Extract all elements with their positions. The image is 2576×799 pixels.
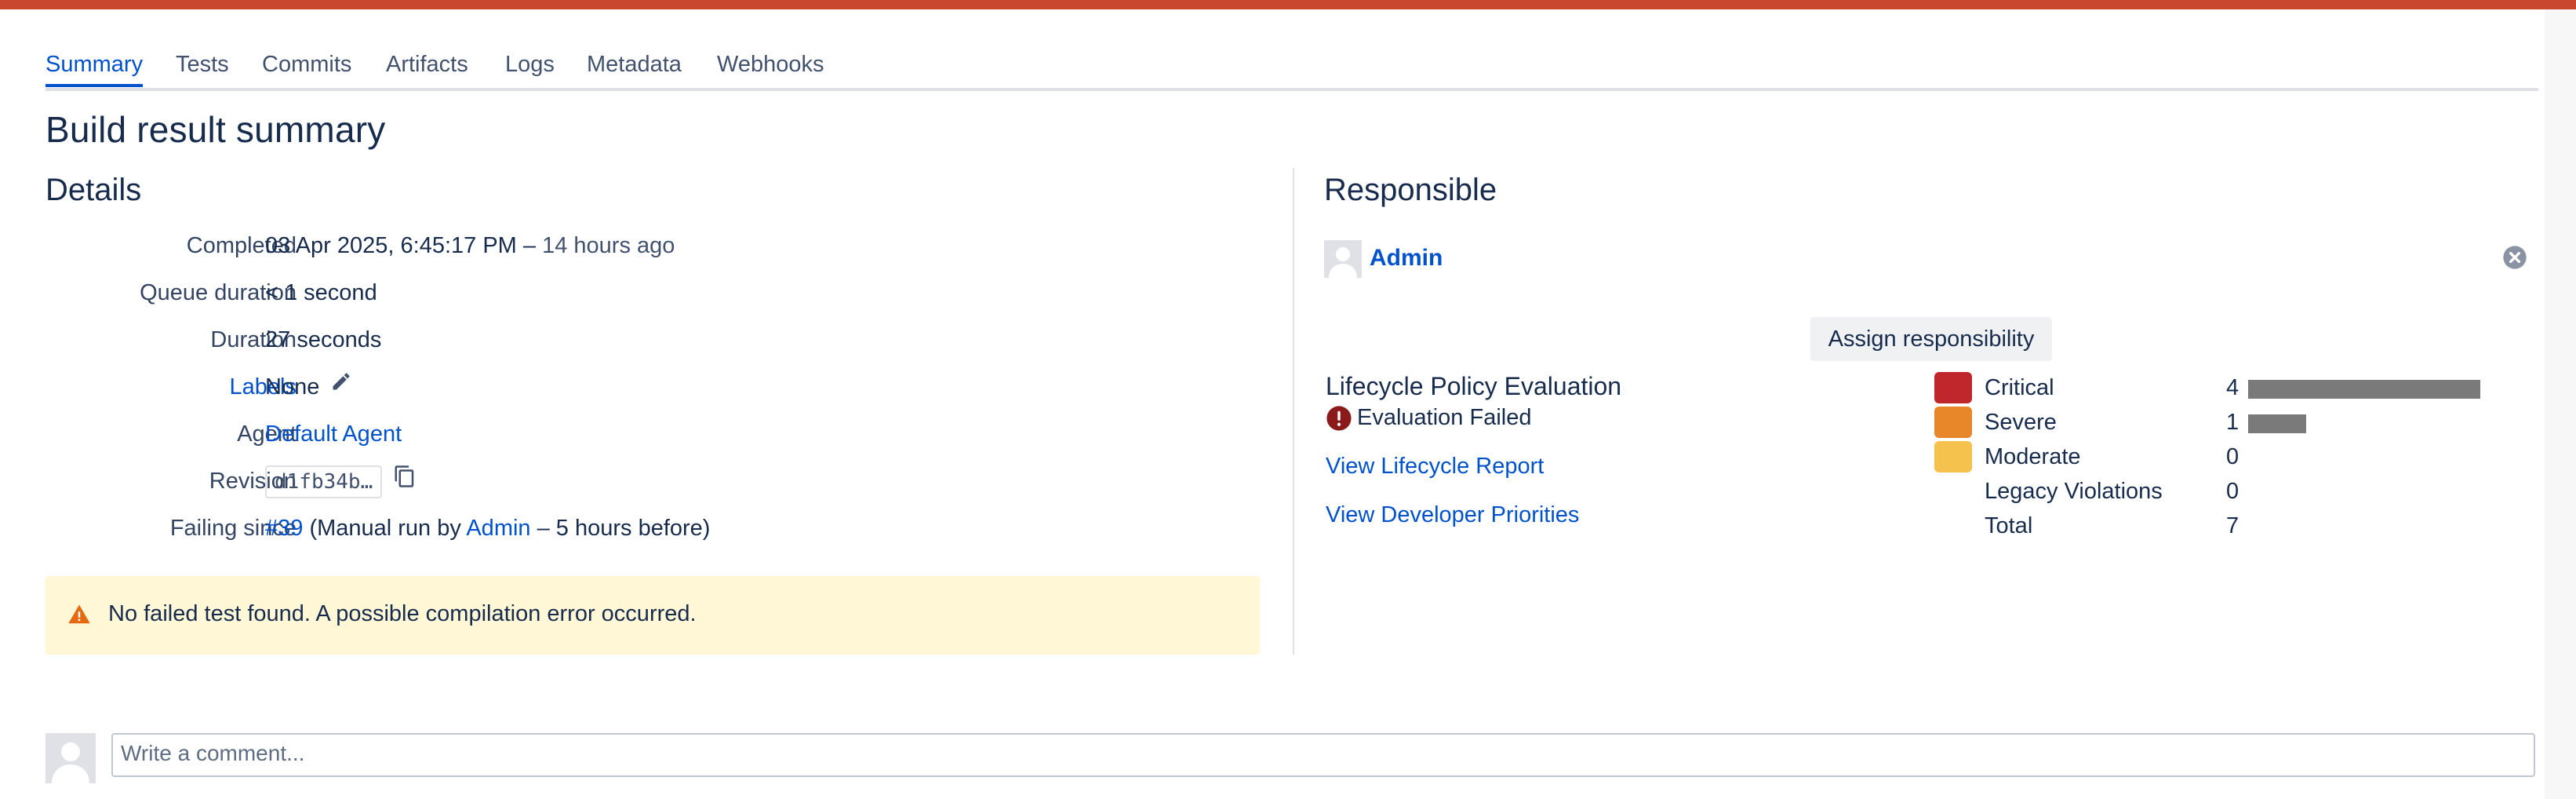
tab-webhooks[interactable]: Webhooks (717, 52, 824, 78)
comment-input[interactable] (111, 733, 2535, 777)
completed-ago: 14 hours ago (542, 233, 675, 258)
failing-since-value: #39 (Manual run by Admin – 5 hours befor… (265, 509, 710, 548)
severe-swatch (1934, 407, 1972, 438)
detail-row-agent: Agent Default Agent (45, 414, 1238, 454)
legacy-violations-count: 0 (2226, 479, 2239, 504)
warning-text: No failed test found. A possible compila… (108, 601, 697, 626)
total-count: 7 (2226, 513, 2239, 538)
warning-icon (67, 603, 91, 630)
remove-responsible-icon[interactable] (2502, 245, 2527, 274)
tab-bar: Summary Tests Commits Artifacts Logs Met… (45, 47, 2538, 91)
view-developer-priorities-link[interactable]: View Developer Priorities (1326, 502, 1579, 528)
legacy-violations-label: Legacy Violations (1985, 479, 2163, 504)
evaluation-status: Evaluation Failed (1357, 405, 1532, 430)
total-label: Total (1985, 513, 2033, 538)
pencil-icon[interactable] (330, 366, 352, 405)
details-heading: Details (45, 173, 142, 207)
failing-user-link[interactable]: Admin (466, 516, 530, 541)
tab-logs[interactable]: Logs (505, 52, 555, 78)
failing-build-link[interactable]: #39 (265, 516, 303, 541)
queue-duration-value: < 1 second (265, 280, 377, 305)
page-scroll-gutter[interactable] (2545, 9, 2576, 799)
severe-bar (2248, 414, 2306, 433)
view-lifecycle-report-link[interactable]: View Lifecycle Report (1326, 454, 1544, 480)
completed-value: 03 Apr 2025, 6:45:17 PM (265, 233, 517, 258)
detail-row-failing-since: Failing since #39 (Manual run by Admin –… (45, 509, 1238, 548)
tab-artifacts[interactable]: Artifacts (386, 52, 468, 78)
responsible-heading: Responsible (1324, 173, 1497, 207)
critical-swatch (1934, 372, 1972, 403)
moderate-count: 0 (2226, 444, 2239, 469)
critical-label: Critical (1985, 375, 2054, 400)
error-icon (1326, 405, 1352, 436)
detail-row-labels: Labels None (45, 367, 1238, 407)
column-divider (1293, 168, 1294, 655)
responsible-user-link[interactable]: Admin (1370, 245, 1443, 272)
detail-row-duration: Duration 27 seconds (45, 320, 1238, 359)
duration-value: 27 seconds (265, 327, 382, 352)
failing-end-text: – 5 hours before) (530, 516, 711, 541)
completed-value-group: 03 Apr 2025, 6:45:17 PM – 14 hours ago (265, 226, 675, 265)
detail-row-revision: Revision d1fb34b… (45, 462, 1238, 501)
revision-value-group: d1fb34b… (265, 462, 417, 502)
agent-link[interactable]: Default Agent (265, 414, 402, 454)
severe-label: Severe (1985, 410, 2057, 435)
failing-mid-text: (Manual run by (303, 516, 467, 541)
critical-count: 4 (2226, 375, 2239, 400)
completed-separator: – (516, 233, 543, 258)
top-accent-bar (0, 0, 2576, 9)
revision-hash[interactable]: d1fb34b… (265, 465, 383, 499)
moderate-label: Moderate (1985, 444, 2081, 469)
lifecycle-title: Lifecycle Policy Evaluation (1326, 372, 1622, 400)
responsible-avatar (1324, 240, 1362, 278)
tab-tests[interactable]: Tests (176, 52, 229, 78)
page-title: Build result summary (45, 109, 386, 150)
tab-summary[interactable]: Summary (45, 52, 144, 87)
detail-row-completed: Completed 03 Apr 2025, 6:45:17 PM – 14 h… (45, 226, 1238, 265)
critical-bar (2248, 380, 2480, 399)
comment-avatar (45, 733, 96, 783)
moderate-swatch (1934, 441, 1972, 472)
labels-value-group: None (265, 367, 352, 407)
copy-icon[interactable] (393, 462, 417, 502)
detail-row-queue-duration: Queue duration < 1 second (45, 273, 1238, 312)
warning-banner: No failed test found. A possible compila… (45, 576, 1260, 655)
assign-responsibility-button[interactable]: Assign responsibility (1810, 317, 2052, 361)
tab-metadata[interactable]: Metadata (587, 52, 682, 78)
labels-value: None (265, 374, 320, 400)
tab-commits[interactable]: Commits (262, 52, 351, 78)
severe-count: 1 (2226, 410, 2239, 435)
